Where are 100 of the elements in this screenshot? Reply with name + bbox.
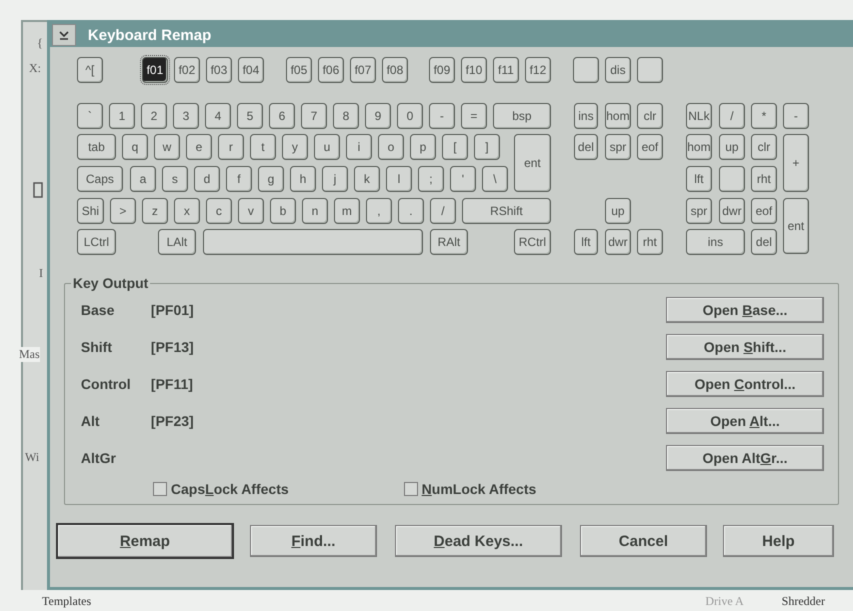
keyboard-key[interactable]: j [322, 166, 348, 192]
keyboard-key[interactable] [202, 229, 423, 255]
keyboard-key[interactable]: rht [750, 166, 777, 192]
keyboard-key[interactable]: m [334, 198, 360, 224]
open-button[interactable]: Open Base... [666, 297, 824, 323]
open-button[interactable]: Open Control... [666, 371, 824, 397]
keyboard-key[interactable]: hom [686, 134, 712, 160]
keyboard-key[interactable]: up [718, 134, 745, 160]
dialog-button[interactable]: Dead Keys... [394, 525, 562, 557]
keyboard-key[interactable]: 4 [204, 103, 231, 129]
dialog-button[interactable]: Help [722, 525, 834, 557]
checkbox[interactable]: CapsLock Affects [152, 481, 289, 497]
keyboard-key[interactable]: dwr [604, 229, 631, 255]
keyboard-key[interactable]: bsp [492, 103, 551, 129]
keyboard-key[interactable]: lft [686, 166, 712, 192]
keyboard-key[interactable]: i [346, 134, 372, 160]
keyboard-key[interactable]: = [460, 103, 487, 129]
keyboard-key[interactable]: del [750, 229, 777, 255]
keyboard-key[interactable]: ins [686, 229, 745, 255]
keyboard-key[interactable]: 5 [236, 103, 263, 129]
keyboard-key[interactable]: > [110, 198, 136, 224]
keyboard-key[interactable]: k [354, 166, 380, 192]
keyboard-key[interactable]: . [398, 198, 424, 224]
keyboard-key[interactable]: / [430, 198, 456, 224]
keyboard-key[interactable]: 0 [396, 103, 423, 129]
keyboard-key[interactable]: + [782, 134, 809, 192]
keyboard-key[interactable]: del [574, 134, 598, 160]
keyboard-key[interactable]: f05 [286, 57, 312, 83]
keyboard-key[interactable]: c [206, 198, 232, 224]
keyboard-key[interactable]: tab [76, 134, 116, 160]
keyboard-key[interactable]: clr [750, 134, 777, 160]
keyboard-key[interactable]: , [366, 198, 392, 224]
keyboard-key[interactable]: ] [474, 134, 500, 160]
keyboard-key[interactable]: n [302, 198, 328, 224]
keyboard-key[interactable]: RAlt [430, 229, 468, 255]
keyboard-key[interactable]: dis [604, 57, 631, 83]
keyboard-key[interactable]: t [250, 134, 276, 160]
keyboard-key[interactable]: ent [514, 134, 551, 192]
keyboard-key[interactable]: RShift [462, 198, 551, 224]
keyboard-key[interactable]: ent [782, 198, 809, 254]
keyboard-key[interactable]: q [122, 134, 148, 160]
keyboard-key[interactable]: f09 [428, 57, 455, 83]
keyboard-key[interactable]: w [154, 134, 180, 160]
keyboard-key[interactable]: h [290, 166, 316, 192]
keyboard-key[interactable]: o [378, 134, 404, 160]
keyboard-key[interactable]: f10 [460, 57, 487, 83]
checkbox[interactable]: NumLock Affects [404, 481, 536, 497]
keyboard-key[interactable]: f [226, 166, 252, 192]
desktop-icon-label[interactable]: Shredder [782, 594, 825, 609]
dialog-button[interactable]: Remap [56, 523, 234, 559]
keyboard-key[interactable]: ; [418, 166, 444, 192]
keyboard-key[interactable]: f03 [206, 57, 232, 83]
keyboard-key[interactable]: 2 [140, 103, 167, 129]
keyboard-key[interactable]: rht [636, 229, 663, 255]
keyboard-key[interactable]: x [174, 198, 200, 224]
keyboard-key[interactable]: z [142, 198, 168, 224]
keyboard-key[interactable]: b [270, 198, 296, 224]
keyboard-key[interactable]: e [186, 134, 212, 160]
keyboard-key[interactable]: NLk [686, 103, 712, 129]
dialog-button[interactable]: Cancel [580, 525, 707, 557]
keyboard-key[interactable]: f12 [524, 57, 551, 83]
desktop-icon-label[interactable]: Templates [42, 594, 92, 609]
keyboard-key[interactable]: 8 [332, 103, 359, 129]
keyboard-key[interactable]: f07 [350, 57, 376, 83]
keyboard-key[interactable]: hom [604, 103, 631, 129]
dialog-button[interactable]: Find... [250, 525, 377, 557]
keyboard-key[interactable]: dwr [718, 198, 745, 224]
system-menu-button[interactable] [52, 24, 76, 46]
keyboard-key[interactable]: 3 [172, 103, 199, 129]
keyboard-key[interactable]: Shi [76, 198, 104, 224]
keyboard-key[interactable]: l [386, 166, 412, 192]
keyboard-key[interactable]: spr [686, 198, 712, 224]
keyboard-key[interactable]: eof [750, 198, 777, 224]
keyboard-key[interactable]: r [218, 134, 244, 160]
keyboard-key[interactable]: f06 [318, 57, 344, 83]
keyboard-key[interactable]: ^[ [76, 57, 103, 83]
keyboard-key[interactable]: u [314, 134, 340, 160]
keyboard-key[interactable]: lft [574, 229, 598, 255]
keyboard-key[interactable]: 7 [300, 103, 327, 129]
keyboard-key[interactable]: f04 [238, 57, 264, 83]
keyboard-key[interactable]: f11 [492, 57, 519, 83]
keyboard-key[interactable]: LCtrl [76, 229, 116, 255]
keyboard-key[interactable]: up [604, 198, 631, 224]
open-button[interactable]: Open AltGr... [666, 445, 824, 471]
keyboard-key[interactable]: - [782, 103, 809, 129]
keyboard-key[interactable]: a [130, 166, 156, 192]
keyboard-key[interactable]: LAlt [158, 229, 196, 255]
open-button[interactable]: Open Shift... [666, 334, 824, 360]
keyboard-key[interactable]: ` [76, 103, 103, 129]
keyboard-key[interactable]: s [162, 166, 188, 192]
keyboard-key[interactable]: / [718, 103, 745, 129]
keyboard-key[interactable]: 1 [108, 103, 135, 129]
keyboard-key[interactable]: g [258, 166, 284, 192]
keyboard-key[interactable]: f02 [174, 57, 200, 83]
keyboard-key[interactable]: * [750, 103, 777, 129]
keyboard-key[interactable]: clr [636, 103, 663, 129]
keyboard-key[interactable]: ins [574, 103, 598, 129]
keyboard-key[interactable]: v [238, 198, 264, 224]
keyboard-key[interactable]: 6 [268, 103, 295, 129]
keyboard-key[interactable]: f01 [142, 57, 168, 83]
